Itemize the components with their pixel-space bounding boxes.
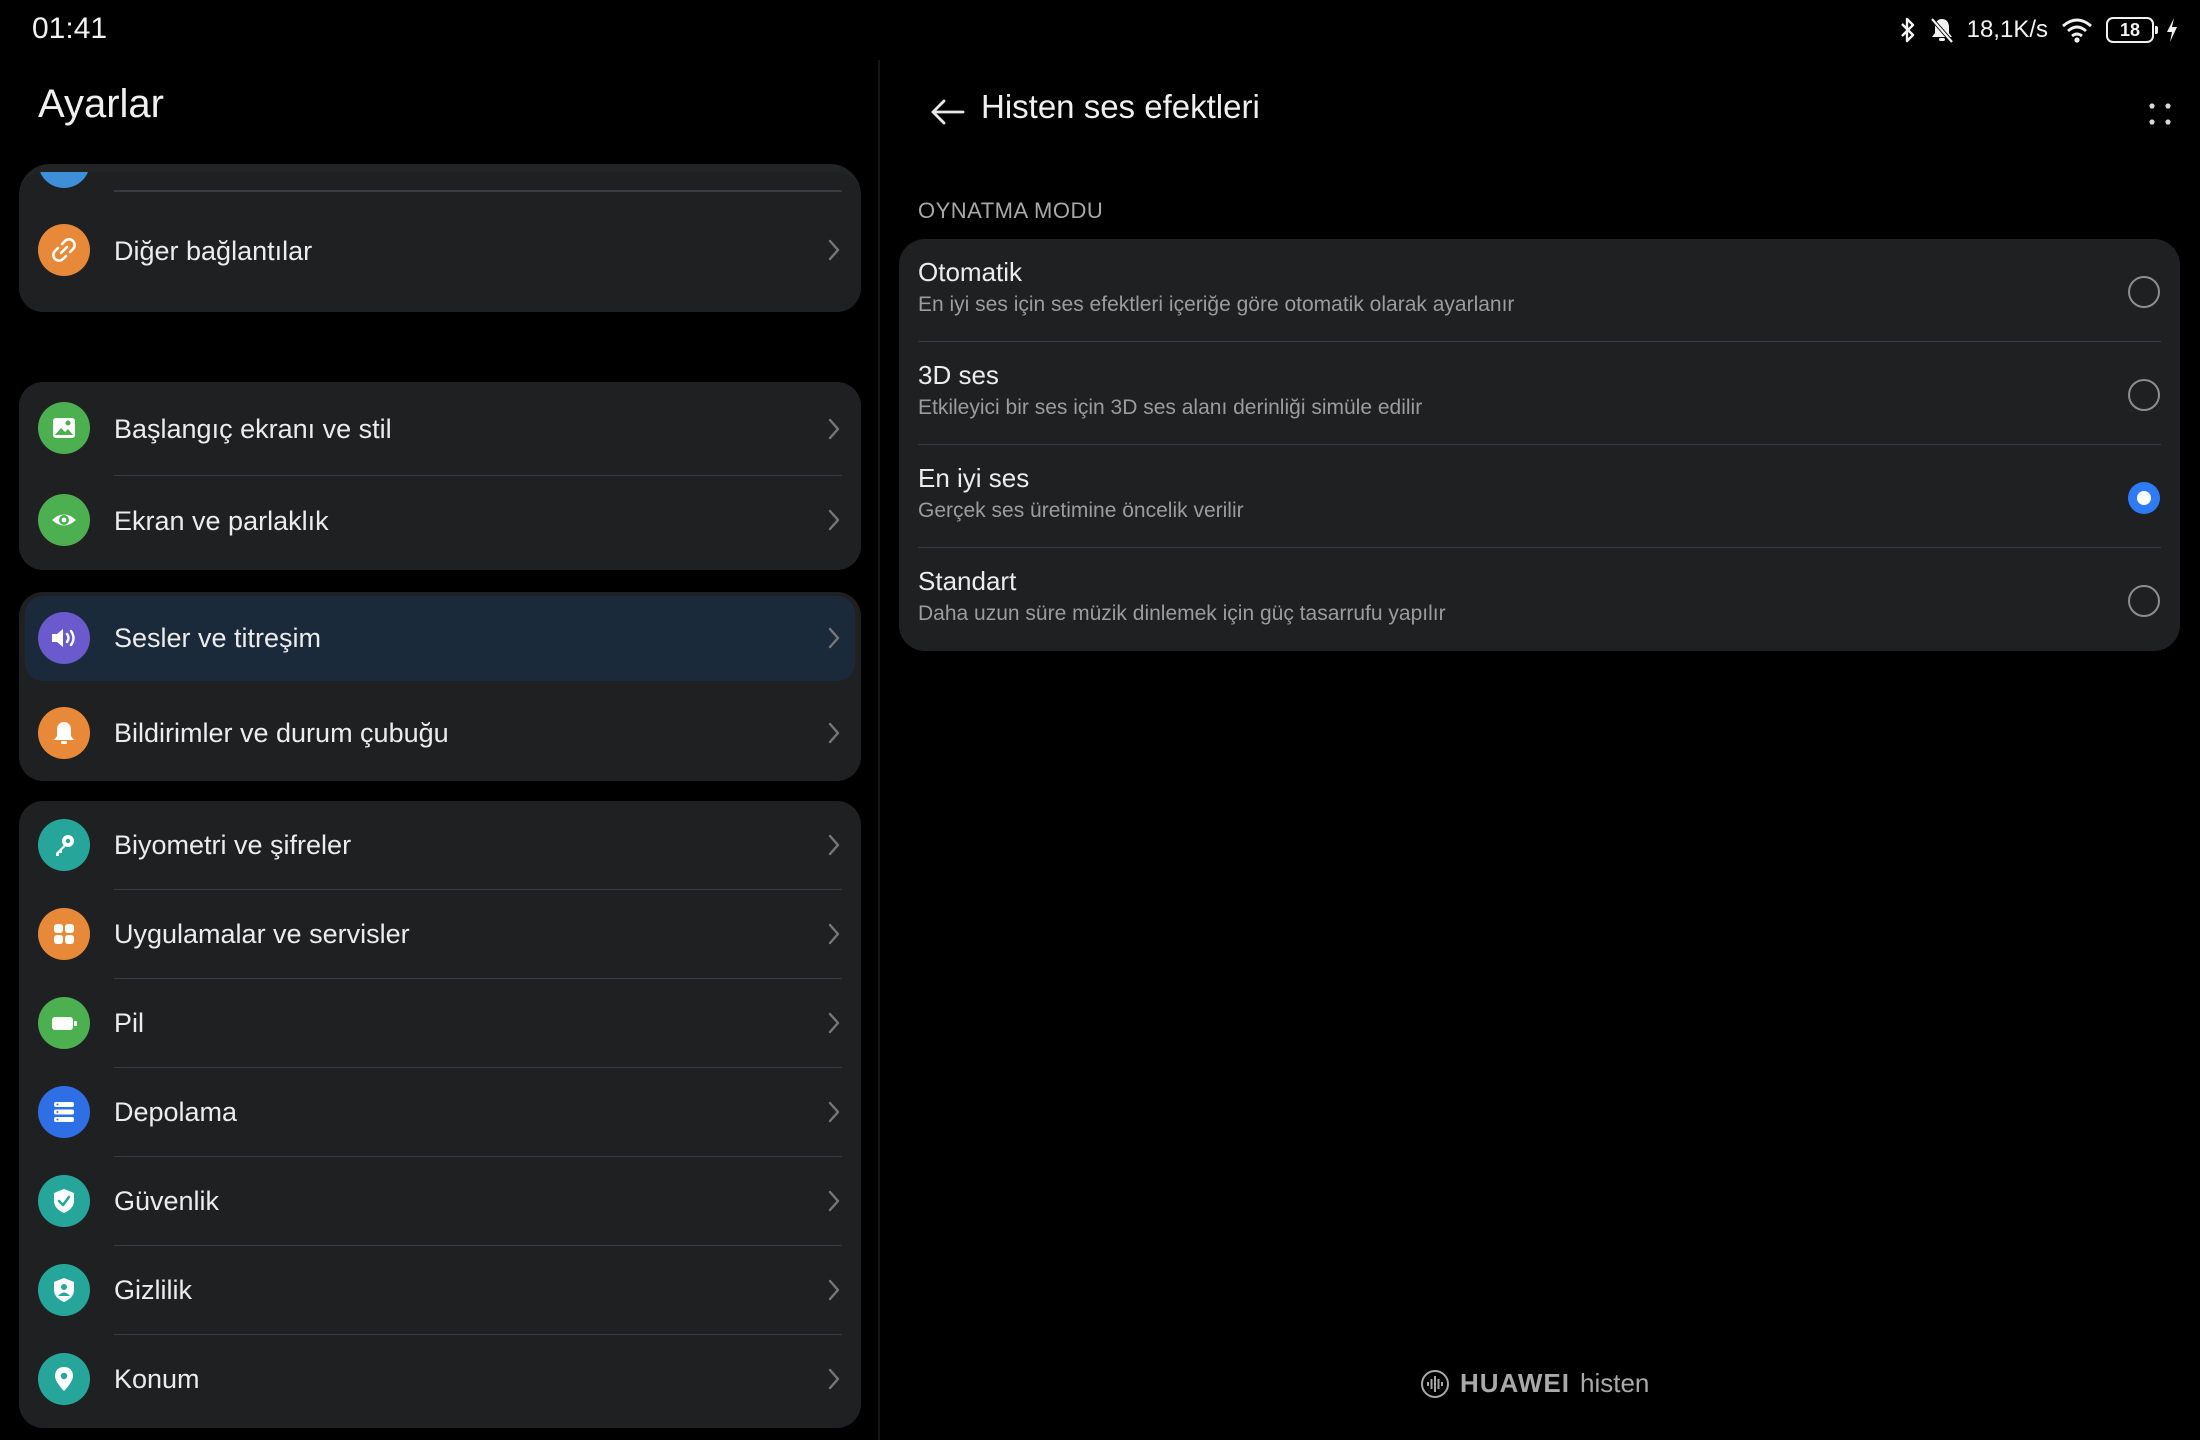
wifi-icon xyxy=(2060,16,2094,44)
settings-item-storage[interactable]: Depolama xyxy=(19,1068,861,1157)
chevron-right-icon xyxy=(828,1279,840,1301)
settings-item-label: Güvenlik xyxy=(114,1186,220,1216)
settings-item-label: Pil xyxy=(114,1008,145,1038)
settings-item-label: Bildirimler ve durum çubuğu xyxy=(114,717,449,748)
option-title: Standart xyxy=(918,566,1017,596)
battery-indicator: 18 xyxy=(2106,17,2158,43)
settings-group-connections: Diğer bağlantılar xyxy=(19,172,861,312)
partial-icon xyxy=(38,172,90,198)
eye-icon xyxy=(38,494,90,546)
settings-item-label: Depolama xyxy=(114,1097,238,1127)
detail-title: Histen ses efektleri xyxy=(981,88,1260,125)
chevron-right-icon xyxy=(828,627,840,649)
settings-item-other-connections[interactable]: Diğer bağlantılar xyxy=(19,198,861,302)
chevron-right-icon xyxy=(828,239,840,261)
option-subtitle: En iyi ses için ses efektleri içeriğe gö… xyxy=(918,293,1515,316)
option-3d-sound[interactable]: 3D ses Etkileyici bir ses için 3D ses al… xyxy=(899,342,2180,445)
storage-icon xyxy=(38,1086,90,1138)
settings-item-battery[interactable]: Pil xyxy=(19,979,861,1068)
charging-bolt-icon xyxy=(2166,17,2178,43)
battery-icon xyxy=(38,997,90,1049)
settings-item-notifications-statusbar[interactable]: Bildirimler ve durum çubuğu xyxy=(19,685,861,781)
page-title: Ayarlar xyxy=(38,82,164,126)
settings-item-display-brightness[interactable]: Ekran ve parlaklık xyxy=(19,476,861,566)
histen-waveform-icon xyxy=(1421,1369,1449,1398)
shield-check-icon xyxy=(38,1175,90,1227)
radio-button[interactable] xyxy=(2128,276,2160,308)
back-button[interactable] xyxy=(920,84,976,140)
option-title: Otomatik xyxy=(918,257,1023,287)
section-header: OYNATMA MODU xyxy=(918,198,1104,223)
option-subtitle: Etkileyici bir ses için 3D ses alanı der… xyxy=(918,396,1423,419)
option-subtitle: Gerçek ses üretimine öncelik verilir xyxy=(918,499,1244,522)
option-standard[interactable]: Standart Daha uzun süre müzik dinlemek i… xyxy=(899,548,2180,651)
speaker-icon xyxy=(38,612,90,664)
brand-name: HUAWEI xyxy=(1460,1368,1570,1398)
key-icon xyxy=(38,819,90,871)
link-icon xyxy=(38,224,90,276)
bluetooth-icon xyxy=(1899,16,1917,44)
option-automatic[interactable]: Otomatik En iyi ses için ses efektleri i… xyxy=(899,239,2180,342)
chevron-right-icon xyxy=(828,923,840,945)
settings-item-sounds-vibration[interactable]: Sesler ve titreşim xyxy=(25,596,855,681)
chevron-right-icon xyxy=(828,509,840,531)
settings-item-label: Başlangıç ekranı ve stil xyxy=(114,413,392,444)
radio-button[interactable] xyxy=(2128,585,2160,617)
settings-list-pane: Ayarlar Diğer bağlantılar Başlangıç ekra… xyxy=(0,60,878,1440)
status-time: 01:41 xyxy=(32,12,108,45)
apps-grid-icon xyxy=(38,908,90,960)
bell-icon xyxy=(38,707,90,759)
chevron-right-icon xyxy=(828,1101,840,1123)
settings-item-label: Gizlilik xyxy=(114,1275,192,1305)
brand-product: histen xyxy=(1580,1368,1650,1398)
chevron-right-icon xyxy=(828,1368,840,1390)
settings-item-privacy[interactable]: Gizlilik xyxy=(19,1246,861,1335)
option-subtitle: Daha uzun süre müzik dinlemek için güç t… xyxy=(918,602,1446,625)
mute-bell-icon xyxy=(1929,16,1955,44)
option-title: En iyi ses xyxy=(918,463,1030,493)
chevron-right-icon xyxy=(828,1012,840,1034)
settings-item-label: Diğer bağlantılar xyxy=(114,236,313,266)
settings-group-display: Başlangıç ekranı ve stil Ekran ve parlak… xyxy=(19,382,861,570)
chevron-right-icon xyxy=(828,834,840,856)
detail-pane: Histen ses efektleri OYNATMA MODU Otomat… xyxy=(880,60,2200,1440)
location-pin-icon xyxy=(38,1353,90,1405)
settings-item-home-screen-style[interactable]: Başlangıç ekranı ve stil xyxy=(19,382,861,476)
settings-item-label: Ekran ve parlaklık xyxy=(114,505,329,536)
radio-button-selected[interactable] xyxy=(2128,482,2160,514)
more-dots-icon xyxy=(2149,103,2171,125)
more-options-button[interactable] xyxy=(2136,90,2184,138)
privacy-shield-icon xyxy=(38,1264,90,1316)
chevron-right-icon xyxy=(828,1190,840,1212)
settings-group-system: Biyometri ve şifreler Uygulamalar ve ser… xyxy=(19,801,861,1428)
radio-button[interactable] xyxy=(2128,379,2160,411)
settings-item-security[interactable]: Güvenlik xyxy=(19,1157,861,1246)
settings-item-label: Biyometri ve şifreler xyxy=(114,830,352,860)
image-icon xyxy=(38,402,90,454)
status-bar: 01:41 18,1K/s 18 xyxy=(0,0,2200,60)
settings-item-biometrics-passwords[interactable]: Biyometri ve şifreler xyxy=(19,801,861,890)
chevron-right-icon xyxy=(828,418,840,440)
option-title: 3D ses xyxy=(918,360,999,390)
back-arrow-icon xyxy=(931,99,965,125)
settings-item-label: Uygulamalar ve servisler xyxy=(114,919,410,949)
settings-item-apps-services[interactable]: Uygulamalar ve servisler xyxy=(19,890,861,979)
settings-item-location[interactable]: Konum xyxy=(19,1335,861,1424)
settings-group-sound-notifications: Sesler ve titreşim Bildirimler ve durum … xyxy=(19,592,861,781)
divider xyxy=(114,190,842,192)
network-speed: 18,1K/s xyxy=(1966,16,2048,43)
huawei-histen-logo: HUAWEI histen xyxy=(1420,1368,1649,1399)
option-best-sound[interactable]: En iyi ses Gerçek ses üretimine öncelik … xyxy=(899,445,2180,548)
playback-mode-options: Otomatik En iyi ses için ses efektleri i… xyxy=(899,239,2180,651)
status-icons: 18,1K/s 18 xyxy=(1899,14,2178,46)
settings-item-label: Konum xyxy=(114,1364,200,1394)
chevron-right-icon xyxy=(828,722,840,744)
settings-item-label: Sesler ve titreşim xyxy=(114,623,322,653)
